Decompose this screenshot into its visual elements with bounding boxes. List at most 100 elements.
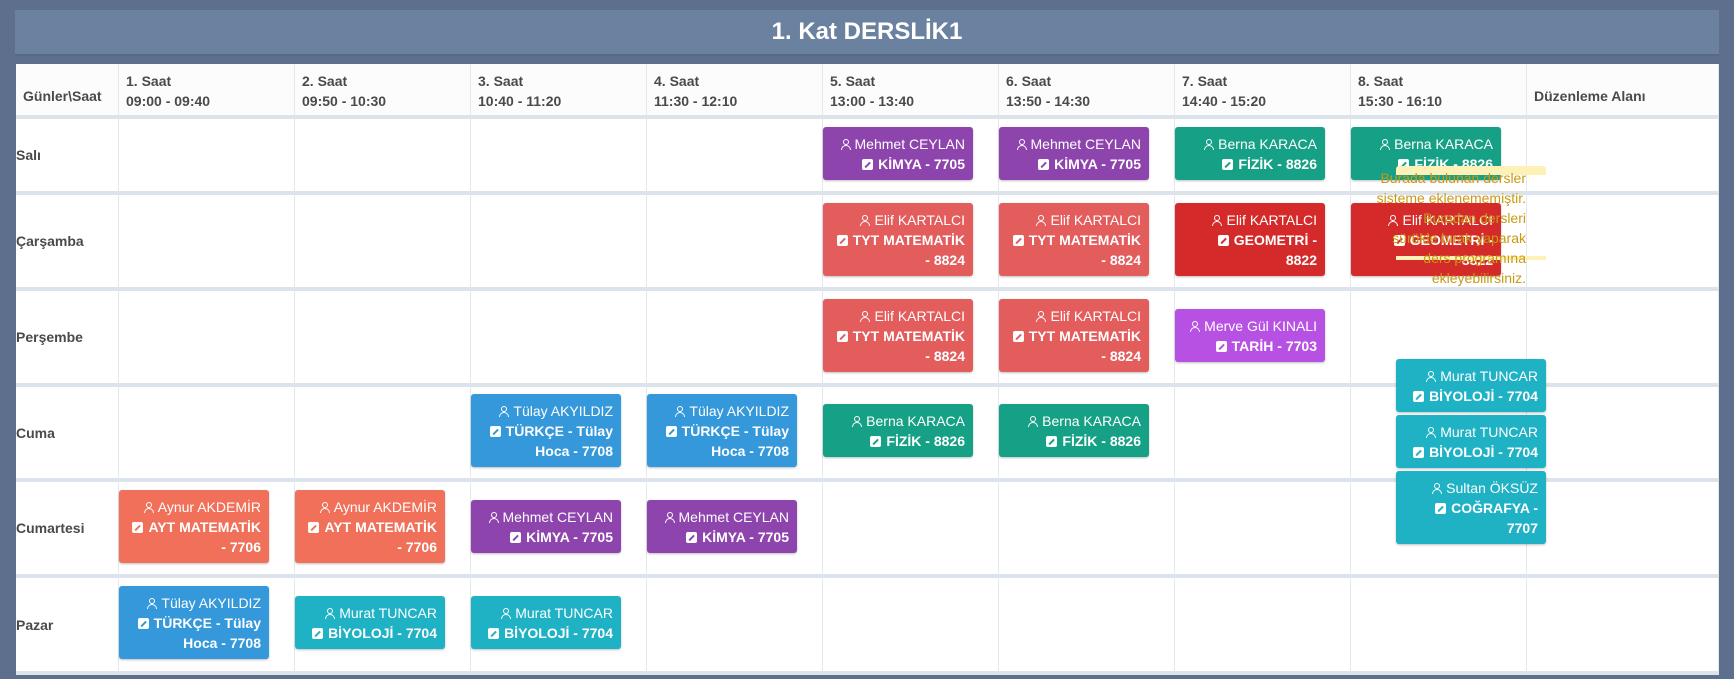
slot-cell[interactable] bbox=[999, 482, 1175, 578]
slot-cell[interactable]: Mehmet CEYLAN KİMYA - 7705 bbox=[999, 119, 1175, 195]
slot-cell[interactable]: Elif KARTALCI TYT MATEMATİK - 8824 bbox=[823, 195, 999, 291]
lesson-card[interactable]: Aynur AKDEMİR AYT MATEMATİK - 7706 bbox=[119, 489, 269, 563]
slot-cell[interactable] bbox=[647, 578, 823, 675]
edit-area-cell[interactable] bbox=[1527, 291, 1719, 387]
slot-cell[interactable]: Mehmet CEYLAN KİMYA - 7705 bbox=[647, 482, 823, 578]
lesson-card[interactable]: Elif KARTALCI TYT MATEMATİK - 8824 bbox=[999, 202, 1149, 276]
teacher-name: Murat TUNCAR bbox=[515, 605, 613, 621]
edit-area-cell[interactable] bbox=[1527, 482, 1719, 578]
slot-cell[interactable]: Murat TUNCAR BİYOLOJİ - 7704 bbox=[471, 578, 647, 675]
unassigned-lessons: Murat TUNCAR BİYOLOJİ - 7704 Murat TUNCA… bbox=[1396, 359, 1546, 548]
lesson-card[interactable]: Murat TUNCAR BİYOLOJİ - 7704 bbox=[471, 596, 621, 649]
teacher-name: Mehmet CEYLAN bbox=[1030, 135, 1141, 152]
lesson-card[interactable]: Berna KARACA FİZİK - 8826 bbox=[999, 404, 1149, 457]
edit-icon bbox=[1012, 330, 1024, 342]
slot-cell[interactable]: Elif KARTALCI TYT MATEMATİK - 8824 bbox=[999, 291, 1175, 387]
lesson-card[interactable]: Aynur AKDEMİR AYT MATEMATİK - 7706 bbox=[295, 489, 445, 563]
lesson-name: FİZİK - 8826 bbox=[1238, 155, 1317, 172]
slot-cell[interactable] bbox=[119, 119, 295, 195]
slot-cell[interactable]: Aynur AKDEMİR AYT MATEMATİK - 7706 bbox=[295, 482, 471, 578]
lesson-card[interactable]: Mehmet CEYLAN KİMYA - 7705 bbox=[823, 126, 973, 180]
edit-area-cell[interactable] bbox=[1527, 578, 1719, 675]
slot-cell[interactable]: Berna KARACA FİZİK - 8826 bbox=[1175, 119, 1351, 195]
teacher-name: Berna KARACA bbox=[1218, 135, 1317, 152]
lesson-card[interactable]: Murat TUNCAR BİYOLOJİ - 7704 bbox=[1396, 359, 1546, 412]
header-row: Günler\Saat 1. Saat 09:00 - 09:40 2. Saat… bbox=[16, 64, 1719, 119]
slot-cell[interactable]: Mehmet CEYLAN KİMYA - 7705 bbox=[823, 119, 999, 195]
lesson-card[interactable]: Berna KARACA FİZİK - 8826 bbox=[823, 404, 973, 457]
user-icon bbox=[1426, 371, 1437, 382]
slot-cell[interactable]: Berna KARACA FİZİK - 8826 bbox=[823, 387, 999, 482]
edit-icon bbox=[1038, 158, 1050, 170]
slot-cell[interactable] bbox=[471, 195, 647, 291]
edit-icon bbox=[1046, 436, 1058, 447]
slot-cell[interactable] bbox=[1351, 578, 1527, 675]
slot-cell[interactable] bbox=[295, 387, 471, 482]
slot-cell[interactable]: Elif KARTALCI GEOMETRİ - 8822 bbox=[1175, 195, 1351, 291]
slot-cell[interactable]: Elif KARTALCI TYT MATEMATİK - 8824 bbox=[823, 291, 999, 387]
slot-cell[interactable]: Tülay AKYILDIZ TÜRKÇE - Tülay Hoca - 770… bbox=[471, 387, 647, 482]
lesson-card[interactable]: Murat TUNCAR BİYOLOJİ - 7704 bbox=[295, 596, 445, 649]
slot-cell[interactable] bbox=[647, 195, 823, 291]
slot-cell[interactable]: Aynur AKDEMİR AYT MATEMATİK - 7706 bbox=[119, 482, 295, 578]
slot-cell[interactable] bbox=[471, 119, 647, 195]
slot-cell[interactable] bbox=[1175, 387, 1351, 482]
slot-cell[interactable] bbox=[647, 291, 823, 387]
slot-cell[interactable] bbox=[295, 195, 471, 291]
user-icon bbox=[675, 406, 686, 417]
user-icon bbox=[1036, 214, 1047, 226]
lesson-name: TYT MATEMATİK - 8824 bbox=[852, 327, 965, 364]
user-icon bbox=[325, 608, 336, 619]
slot-header-6: 6. Saat 13:50 - 14:30 bbox=[999, 64, 1175, 119]
slot-cell[interactable] bbox=[1175, 578, 1351, 675]
user-icon bbox=[1426, 427, 1437, 438]
lesson-card[interactable]: Elif KARTALCI GEOMETRİ - 8822 bbox=[1175, 202, 1325, 276]
lesson-card[interactable]: Merve Gül KINALI TARİH - 7703 bbox=[1175, 308, 1325, 362]
lesson-card[interactable]: Tülay AKYILDIZ TÜRKÇE - Tülay Hoca - 770… bbox=[647, 394, 797, 467]
edit-area-cell[interactable] bbox=[1527, 387, 1719, 482]
slot-cell[interactable] bbox=[999, 578, 1175, 675]
lesson-card[interactable]: Mehmet CEYLAN KİMYA - 7705 bbox=[471, 499, 621, 553]
lesson-name: GEOMETRİ - 8822 bbox=[1233, 231, 1317, 268]
lesson-card[interactable]: Murat TUNCAR BİYOLOJİ - 7704 bbox=[1396, 415, 1546, 468]
lesson-name: AYT MATEMATİK - 7706 bbox=[324, 518, 437, 555]
user-icon bbox=[1380, 138, 1391, 150]
edit-area-cell[interactable] bbox=[1527, 195, 1719, 291]
slot-cell[interactable] bbox=[119, 195, 295, 291]
slot-header-8: 8. Saat 15:30 - 16:10 bbox=[1351, 64, 1527, 119]
slot-cell[interactable] bbox=[823, 482, 999, 578]
slot-cell[interactable] bbox=[119, 291, 295, 387]
lesson-card[interactable]: Berna KARACA FİZİK - 8826 bbox=[1175, 126, 1325, 180]
slot-cell[interactable] bbox=[295, 119, 471, 195]
lesson-card[interactable]: Tülay AKYILDIZ TÜRKÇE - Tülay Hoca - 770… bbox=[471, 394, 621, 467]
day-label: Pazar bbox=[16, 578, 119, 675]
slot-cell[interactable]: Mehmet CEYLAN KİMYA - 7705 bbox=[471, 482, 647, 578]
slot-cell[interactable] bbox=[119, 387, 295, 482]
slot-cell[interactable] bbox=[647, 119, 823, 195]
slot-cell[interactable]: Tülay AKYILDIZ TÜRKÇE - Tülay Hoca - 770… bbox=[647, 387, 823, 482]
user-icon bbox=[860, 214, 871, 226]
teacher-name: Elif KARTALCI bbox=[1050, 307, 1141, 324]
edit-area-cell[interactable] bbox=[1527, 119, 1719, 195]
edit-area-note: Burada bulunan dersler sisteme eklenemem… bbox=[1376, 170, 1526, 286]
slot-cell[interactable]: Berna KARACA FİZİK - 8826 bbox=[999, 387, 1175, 482]
lesson-card[interactable]: Elif KARTALCI TYT MATEMATİK - 8824 bbox=[823, 202, 973, 276]
edit-icon bbox=[665, 426, 677, 437]
slot-cell[interactable]: Tülay AKYILDIZ TÜRKÇE - Tülay Hoca - 770… bbox=[119, 578, 295, 675]
slot-cell[interactable] bbox=[295, 291, 471, 387]
slot-cell[interactable]: Merve Gül KINALI TARİH - 7703 bbox=[1175, 291, 1351, 387]
slot-cell[interactable]: Murat TUNCAR BİYOLOJİ - 7704 bbox=[295, 578, 471, 675]
day-label: Perşembe bbox=[16, 291, 119, 387]
lesson-name: BİYOLOJİ - 7704 bbox=[1429, 388, 1538, 404]
lesson-card[interactable]: Tülay AKYILDIZ TÜRKÇE - Tülay Hoca - 770… bbox=[119, 586, 269, 659]
lesson-card[interactable]: Mehmet CEYLAN KİMYA - 7705 bbox=[647, 499, 797, 553]
lesson-name: TÜRKÇE - Tülay Hoca - 7708 bbox=[505, 423, 613, 459]
lesson-card[interactable]: Sultan ÖKSÜZ COĞRAFYA - 7707 bbox=[1396, 471, 1546, 544]
lesson-card[interactable]: Elif KARTALCI TYT MATEMATİK - 8824 bbox=[999, 298, 1149, 372]
slot-cell[interactable] bbox=[471, 291, 647, 387]
slot-cell[interactable] bbox=[823, 578, 999, 675]
slot-cell[interactable]: Elif KARTALCI TYT MATEMATİK - 8824 bbox=[999, 195, 1175, 291]
slot-cell[interactable] bbox=[1175, 482, 1351, 578]
lesson-card[interactable]: Mehmet CEYLAN KİMYA - 7705 bbox=[999, 126, 1149, 180]
lesson-card[interactable]: Elif KARTALCI TYT MATEMATİK - 8824 bbox=[823, 298, 973, 372]
